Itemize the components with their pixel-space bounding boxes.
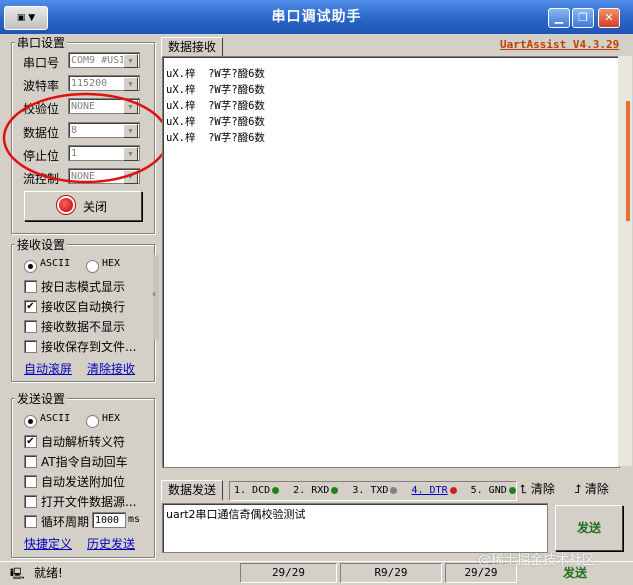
signal-dtr[interactable]: 4. DTR [411, 485, 457, 496]
recv-hex-radio[interactable] [86, 260, 99, 273]
status-icon: 🖳 [10, 567, 25, 580]
baud-select[interactable]: 115200 ▼ [68, 75, 140, 91]
recv-line: uX.梓 ?W芓?醱6数 [166, 68, 265, 80]
send-button[interactable]: 发送 [555, 505, 623, 551]
send-hex-label: HEX [102, 413, 121, 424]
annotation-ellipse [2, 92, 170, 184]
clear-recv-button[interactable]: ⮤ 清除 [520, 480, 555, 497]
cycle-unit: ms [128, 514, 141, 525]
file-source-label: 打开文件数据源... [41, 495, 137, 509]
hide-recv-checkbox[interactable] [24, 320, 37, 333]
auto-scroll-link[interactable]: 自动滚屏 [24, 360, 72, 377]
auto-wrap-checkbox[interactable]: ✔ [24, 300, 37, 313]
clear-send-button[interactable]: ⮥ 清除 [574, 480, 609, 497]
recv-ascii-label: ASCII [40, 258, 71, 269]
send-count: 29/29 [240, 563, 337, 583]
port-status-icon [59, 198, 73, 212]
send-ascii-radio[interactable] [24, 415, 37, 428]
receive-settings-label: 接收设置 [15, 236, 68, 253]
send-ascii-label: ASCII [40, 413, 71, 424]
clear-arrow-icon: ⮥ [574, 482, 582, 496]
save-file-checkbox[interactable] [24, 340, 37, 353]
port-select[interactable]: COM9 #USI ▼ [68, 52, 140, 68]
recv-line: uX.梓 ?W芓?醱6数 [166, 84, 265, 96]
history-link[interactable]: 历史发送 [87, 535, 135, 552]
hide-recv-label: 接收数据不显示 [41, 320, 126, 334]
signal-txd[interactable]: 3. TXD [352, 485, 398, 496]
brand-link[interactable]: UartAssist V4.3.29 [500, 38, 619, 51]
append-bit-checkbox[interactable] [24, 475, 37, 488]
shortcut-link[interactable]: 快捷定义 [24, 535, 72, 552]
close-port-label: 关闭 [83, 200, 108, 214]
receive-scrollbar[interactable] [618, 56, 632, 466]
log-mode-label: 按日志模式显示 [41, 280, 126, 294]
escape-checkbox[interactable]: ✔ [24, 435, 37, 448]
led-icon [272, 486, 280, 494]
status-text: 就绪! [34, 566, 63, 580]
cycle-label: 循环周期 [41, 515, 90, 529]
tab-data-receive[interactable]: 数据接收 [161, 37, 223, 57]
clear-recv-link[interactable]: 清除接收 [87, 360, 135, 377]
close-port-button[interactable]: 关闭 [24, 191, 142, 221]
signal-dcd[interactable]: 1. DCD [234, 485, 280, 496]
signal-rxd[interactable]: 2. RXD [293, 485, 339, 496]
send-input[interactable]: uart2串口通信奇偶校验测试 [162, 503, 548, 553]
cycle-checkbox[interactable] [24, 515, 37, 528]
clear-arrow-icon: ⮤ [520, 482, 528, 496]
tab-data-send[interactable]: 数据发送 [161, 480, 223, 500]
splitter-handle[interactable]: ‹ [152, 255, 159, 340]
chevron-down-icon: ▼ [123, 54, 138, 68]
close-window-button[interactable]: ✕ [598, 8, 620, 28]
save-file-label: 接收保存到文件... [41, 340, 137, 354]
port-label: 串口号 [23, 56, 60, 70]
recv-hex-label: HEX [102, 258, 121, 269]
escape-label: 自动解析转义符 [41, 435, 126, 449]
minimize-button[interactable]: ▁ [548, 8, 570, 28]
led-icon [449, 486, 457, 494]
recv-line: uX.梓 ?W芓?醱6数 [166, 100, 265, 112]
log-mode-checkbox[interactable] [24, 280, 37, 293]
serial-settings-label: 串口设置 [15, 34, 68, 51]
led-icon [508, 486, 516, 494]
auto-wrap-label: 接收区自动换行 [41, 300, 126, 314]
recv-ascii-radio[interactable] [24, 260, 37, 273]
append-bit-label: 自动发送附加位 [41, 475, 126, 489]
chevron-left-icon: ‹ [152, 289, 156, 300]
send-settings-label: 发送设置 [15, 390, 68, 407]
led-icon [390, 486, 398, 494]
recv-line: uX.梓 ?W芓?醱6数 [166, 132, 265, 144]
window-title: 串口调试助手 [271, 9, 362, 25]
cycle-input[interactable]: 1000 [92, 512, 126, 528]
signal-gnd[interactable]: 5. GND [471, 485, 516, 496]
recv-line: uX.梓 ?W芓?醱6数 [166, 116, 265, 128]
at-cr-label: AT指令自动回车 [41, 455, 128, 469]
led-icon [331, 486, 339, 494]
chevron-down-icon: ▼ [123, 77, 138, 91]
send-hex-radio[interactable] [86, 415, 99, 428]
scroll-thumb[interactable] [626, 101, 630, 221]
at-cr-checkbox[interactable] [24, 455, 37, 468]
receive-textarea[interactable]: uX.梓 ?W芓?醱6数 uX.梓 ?W芓?醱6数 uX.梓 ?W芓?醱6数 u… [162, 56, 620, 468]
watermark: @稀土掘金技术社区 [478, 553, 596, 568]
signal-bar: 1. DCD 2. RXD 3. TXD 4. DTR 5. GND 6. [229, 481, 517, 501]
restore-button[interactable]: ❐ [572, 8, 594, 28]
recv-count: R9/29 [340, 563, 442, 583]
file-source-checkbox[interactable] [24, 495, 37, 508]
